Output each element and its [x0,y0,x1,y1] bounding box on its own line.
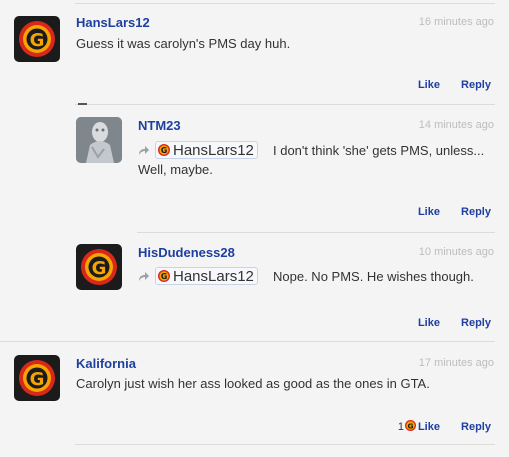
like-button[interactable]: 1 G Like [397,420,443,433]
timestamp: 16 minutes ago [418,16,494,28]
svg-text:G: G [407,421,413,430]
svg-text:G: G [30,30,45,51]
reply-arrow-icon [139,272,149,281]
gamespot-logo-icon: G [19,21,55,57]
comment-text: Nope. No PMS. He wishes though. [273,269,474,284]
username[interactable]: Kalifornia [76,356,136,371]
svg-text:G: G [30,369,45,390]
username[interactable]: NTM23 [138,118,181,133]
gamespot-logo-icon: G [158,144,170,156]
like-label: Like [417,421,440,433]
reply-button[interactable]: Reply [461,79,491,91]
divider [75,104,495,105]
svg-text:G: G [92,258,107,279]
like-count: 1 [397,421,404,433]
avatar[interactable]: G [14,355,60,401]
divider [75,3,495,4]
timestamp: 14 minutes ago [418,119,494,131]
statue-avatar-icon [76,117,122,163]
reply-button[interactable]: Reply [461,317,491,329]
gamespot-logo-icon: G [158,270,170,282]
comment-actions: Like Reply [418,206,491,218]
like-button[interactable]: Like [418,317,440,329]
mention-username: HansLars12 [173,267,254,285]
divider [0,341,495,342]
comment-text: Carolyn just wish her ass looked as good… [76,376,430,391]
comment-text: I don't think 'she' gets PMS, unless... [273,143,485,158]
reply-arrow-icon [139,146,149,155]
comment-actions: Like Reply [418,79,491,91]
like-button[interactable]: Like [418,206,440,218]
mention-username: HansLars12 [173,141,254,159]
username[interactable]: HansLars12 [76,15,150,30]
mention-chip[interactable]: G HansLars12 [155,267,258,285]
reply-line: G HansLars12 Nope. No PMS. He wishes tho… [138,267,494,289]
avatar[interactable]: G [14,16,60,62]
comment-text: Guess it was carolyn's PMS day huh. [76,36,291,51]
divider [137,232,495,233]
gamespot-logo-icon: G [404,420,416,431]
collapse-icon[interactable] [78,103,87,105]
divider [75,444,495,445]
timestamp: 17 minutes ago [418,357,494,369]
reply-button[interactable]: Reply [461,206,491,218]
gamespot-logo-icon: G [19,360,55,396]
reply-button[interactable]: Reply [461,421,491,433]
comment-actions: Like Reply [418,317,491,329]
comment-actions: 1 G Like Reply [398,420,491,433]
comment-text-continued: Well, maybe. [138,162,213,177]
username[interactable]: HisDudeness28 [138,245,235,260]
svg-text:G: G [161,272,168,281]
mention-chip[interactable]: G HansLars12 [155,141,258,159]
gamespot-logo-icon: G [81,249,117,285]
svg-text:G: G [161,146,168,155]
like-button[interactable]: Like [418,79,440,91]
avatar[interactable]: G [76,244,122,290]
timestamp: 10 minutes ago [418,246,494,258]
avatar[interactable] [76,117,122,163]
